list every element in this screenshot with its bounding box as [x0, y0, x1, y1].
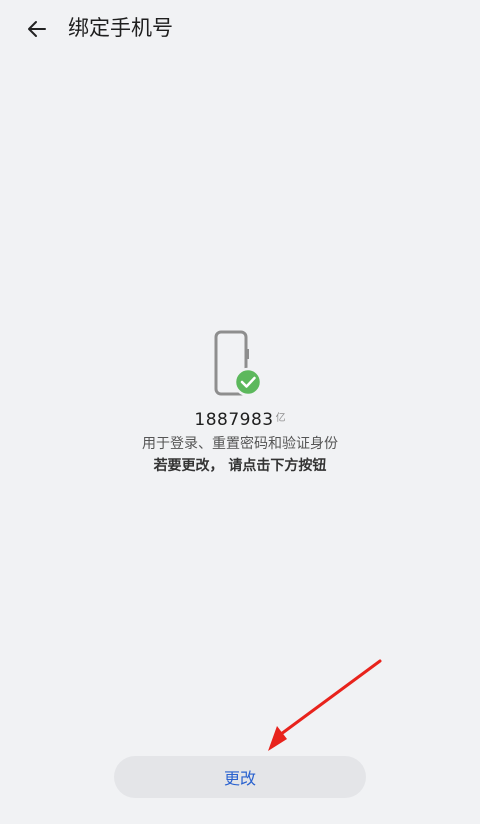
back-arrow-icon — [28, 21, 46, 37]
phone-verified-icon — [210, 327, 270, 403]
change-hint: 若要更改， 请点击下方按钮 — [153, 458, 327, 474]
phone-info-section: 1887983 亿 用于登录、重置密码和验证身份 若要更改， 请点击下方按钮 — [0, 327, 480, 476]
phone-number-tail: 亿 — [275, 412, 286, 424]
usage-description: 用于登录、重置密码和验证身份 — [142, 436, 338, 452]
change-button[interactable]: 更改 — [114, 756, 366, 798]
annotation-arrow-icon — [268, 659, 382, 751]
change-button-label: 更改 — [223, 769, 256, 788]
phone-number-row: 1887983 亿 — [0, 409, 480, 431]
back-button[interactable] — [20, 12, 54, 46]
page-title: 绑定手机号 — [68, 16, 173, 40]
title-bar: 绑定手机号 — [0, 0, 480, 56]
phone-number: 1887983 — [194, 410, 274, 430]
